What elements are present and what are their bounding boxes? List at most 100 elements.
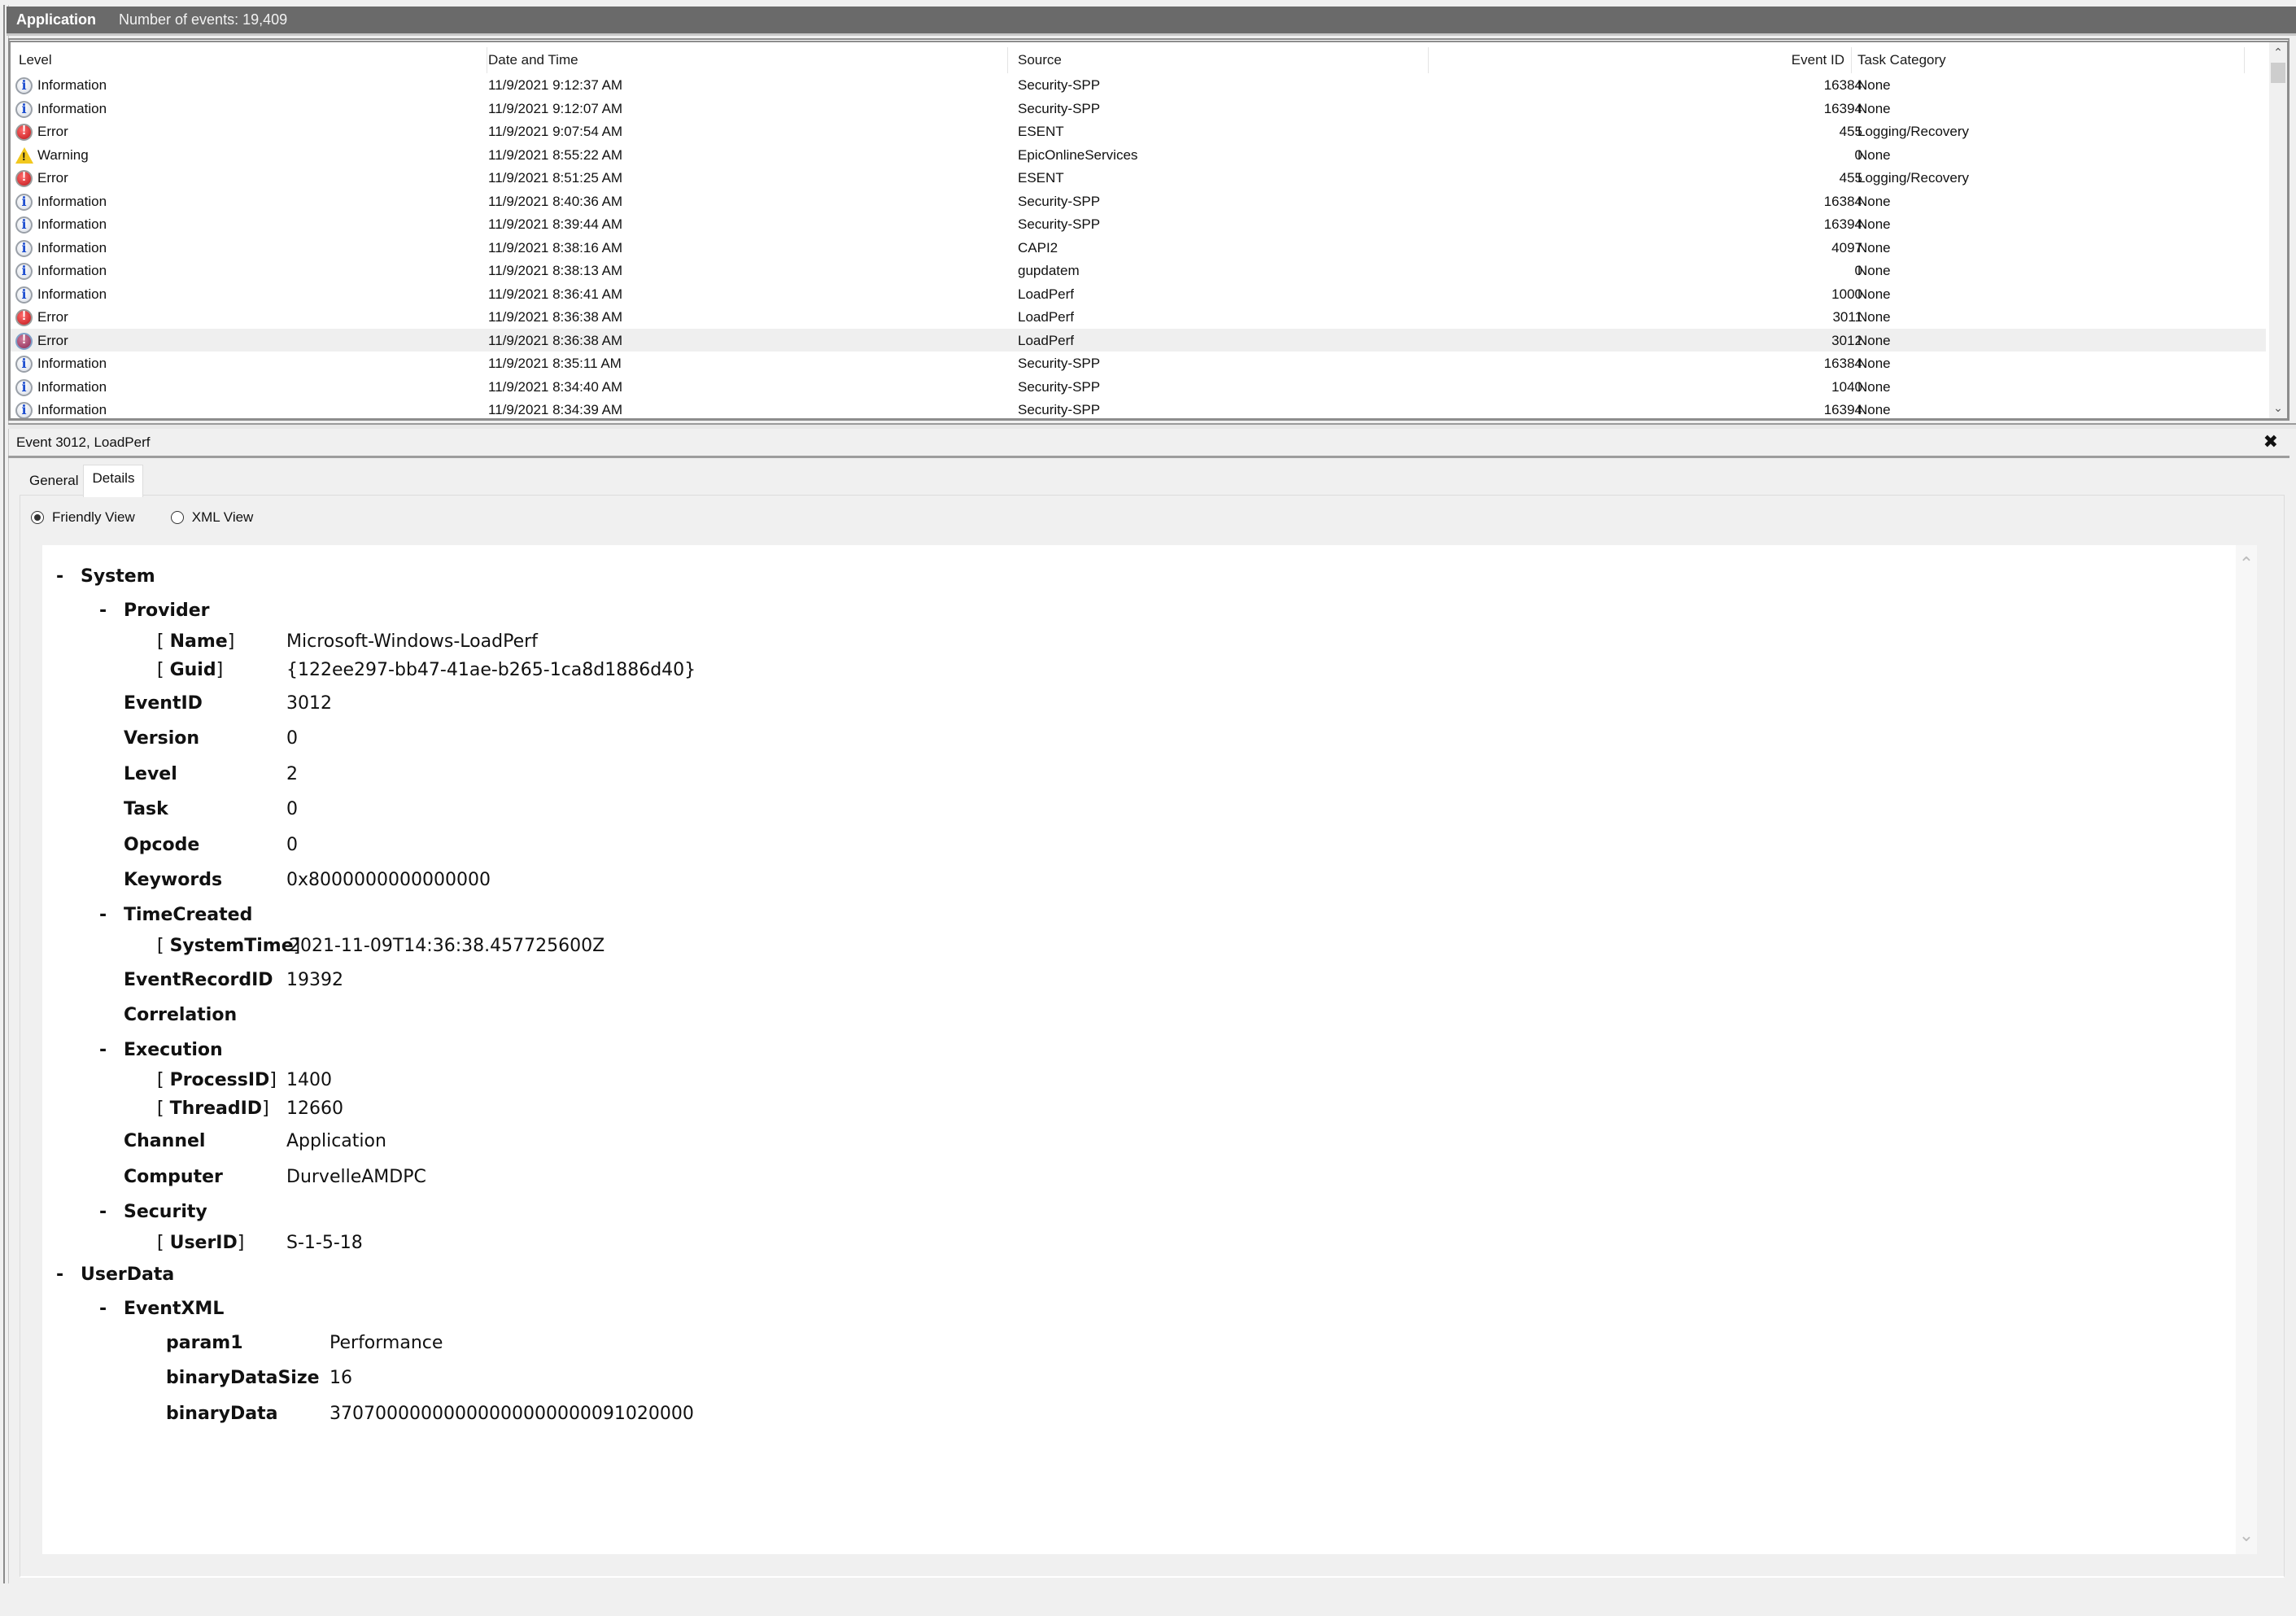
scroll-up-arrow-icon[interactable]: ⌃ [2236, 553, 2257, 574]
tree-node-userdata[interactable]: - UserData [56, 1264, 174, 1285]
userid-value: S-1-5-18 [286, 1233, 363, 1253]
column-separator[interactable] [1007, 47, 1008, 73]
event-id-cell: 16384 [1823, 77, 1862, 93]
channel-value: Application [286, 1131, 386, 1151]
column-header-level[interactable]: Level [19, 52, 52, 68]
level-cell: Error [37, 309, 68, 325]
column-header-date-time[interactable]: Date and Time [488, 52, 578, 68]
column-separator[interactable] [1428, 47, 1429, 73]
scroll-down-arrow-icon[interactable]: ⌄ [2269, 401, 2287, 415]
event-row[interactable]: Error11/9/2021 8:36:38 AMLoadPerf3011Non… [11, 305, 2266, 329]
event-row[interactable]: Information11/9/2021 8:38:16 AMCAPI24097… [11, 236, 2266, 260]
error-icon [15, 309, 33, 326]
tree-node-security[interactable]: - Security [99, 1202, 207, 1222]
level-value: 2 [286, 764, 298, 784]
event-row[interactable]: Information11/9/2021 8:36:41 AMLoadPerf1… [11, 282, 2266, 306]
event-id-cell: 16394 [1823, 216, 1862, 232]
collapse-icon[interactable]: - [99, 1202, 107, 1222]
radio-unselected-icon[interactable] [170, 511, 184, 524]
param1-value: Performance [330, 1333, 443, 1353]
task-category-cell: None [1857, 309, 1891, 325]
tab-details[interactable]: Details [83, 465, 144, 497]
collapse-icon[interactable]: - [99, 601, 107, 621]
tree-node-execution[interactable]: - Execution [99, 1040, 223, 1060]
collapse-icon[interactable]: - [56, 566, 63, 587]
event-list-scrollbar[interactable]: ⌃ ⌄ [2269, 42, 2287, 418]
eventrecordid-key: EventRecordID [124, 970, 273, 990]
scroll-down-arrow-icon[interactable]: ⌄ [2236, 1525, 2257, 1546]
tree-node-system[interactable]: - System [56, 566, 155, 587]
level-cell: Information [37, 356, 107, 371]
friendly-view-radio[interactable]: Friendly View [31, 509, 135, 526]
userid-key: [ UserID] [157, 1233, 245, 1253]
column-header-source[interactable]: Source [1018, 52, 1062, 68]
event-list[interactable]: Level Date and Time Source Event ID Task… [8, 38, 2289, 421]
event-row[interactable]: Information 11/9/2021 9:12:37 AM Security-… [11, 73, 2266, 97]
tree-node-eventxml[interactable]: - EventXML [99, 1299, 224, 1319]
task-category-cell: None [1857, 239, 1891, 256]
binarydata-value: 37070000000000000000000091020000 [330, 1404, 694, 1424]
details-scrollbar[interactable]: ⌃ ⌄ [2236, 545, 2257, 1554]
source-cell: Security-SPP [1018, 216, 1101, 232]
event-row[interactable]: Information 11/9/2021 8:34:39 AM Security-… [11, 398, 2266, 418]
date-time-cell: 11/9/2021 8:36:41 AM [488, 286, 623, 302]
info-icon [15, 77, 33, 94]
friendly-view-content[interactable]: - System - Provider [ Name] Microsoft-Wind… [42, 545, 2257, 1554]
task-category-cell: None [1857, 193, 1891, 209]
event-row[interactable]: Information 11/9/2021 8:34:40 AM Security-… [11, 375, 2266, 399]
provider-name-key: [ Name] [157, 631, 235, 652]
version-key: Version [124, 728, 200, 749]
tab-general[interactable]: General [24, 467, 83, 495]
event-row[interactable]: Information11/9/2021 8:38:13 AMgupdatem0… [11, 259, 2266, 282]
date-time-cell: 11/9/2021 8:34:39 AM [488, 402, 623, 417]
systemtime-key: [ SystemTime] [157, 936, 301, 956]
event-row[interactable]: Error11/9/2021 9:07:54 AMESENT455Logging… [11, 120, 2266, 143]
event-id-cell: 16394 [1823, 100, 1862, 116]
event-row[interactable]: Information 11/9/2021 8:40:36 AM Security-… [11, 190, 2266, 213]
date-time-cell: 11/9/2021 9:07:54 AM [488, 124, 623, 139]
scroll-up-arrow-icon[interactable]: ⌃ [2269, 46, 2287, 59]
close-icon[interactable]: ✖ [2263, 431, 2278, 452]
event-id-cell: 16384 [1823, 193, 1862, 209]
column-header-task-category[interactable]: Task Category [1857, 52, 1946, 68]
source-cell: gupdatem [1018, 263, 1080, 278]
column-separator[interactable] [1851, 47, 1852, 73]
task-category-cell: None [1857, 77, 1891, 93]
binarydata-key: binaryData [166, 1404, 278, 1424]
source-cell: Security-SPP [1018, 402, 1101, 417]
collapse-icon[interactable]: - [56, 1264, 63, 1285]
level-cell: Information [37, 378, 107, 395]
task-category-cell: None [1857, 263, 1891, 278]
column-header-event-id[interactable]: Event ID [1792, 52, 1844, 68]
source-cell: CAPI2 [1018, 239, 1059, 256]
event-row[interactable]: Error11/9/2021 8:36:38 AMLoadPerf3012Non… [11, 328, 2266, 352]
event-row[interactable]: Information 11/9/2021 8:35:11 AM Security-… [11, 352, 2266, 375]
task-category-cell: None [1857, 402, 1891, 417]
tree-node-provider[interactable]: - Provider [99, 601, 210, 621]
level-cell: Error [37, 332, 68, 348]
level-cell: Information [37, 402, 107, 417]
tree-node-timecreated[interactable]: - TimeCreated [99, 905, 252, 925]
event-row[interactable]: Information 11/9/2021 8:39:44 AM Security-… [11, 212, 2266, 236]
date-time-cell: 11/9/2021 8:36:38 AM [488, 309, 623, 325]
radio-selected-icon[interactable] [31, 511, 44, 524]
scrollbar-thumb[interactable] [2271, 63, 2285, 83]
event-row[interactable]: Warning 11/9/2021 8:55:22 AM EpicOnlineSer… [11, 143, 2266, 167]
info-icon [15, 193, 33, 211]
eventid-value: 3012 [286, 693, 332, 714]
event-row[interactable]: Error11/9/2021 8:51:25 AMESENT455Logging… [11, 166, 2266, 190]
source-cell: LoadPerf [1018, 286, 1074, 302]
level-cell: Warning [37, 146, 89, 163]
collapse-icon[interactable]: - [99, 1040, 107, 1060]
collapse-icon[interactable]: - [99, 905, 107, 925]
xml-view-radio[interactable]: XML View [170, 509, 253, 526]
level-cell: Error [37, 170, 68, 186]
date-time-cell: 11/9/2021 9:12:37 AM [488, 77, 623, 93]
event-id-cell: 16384 [1823, 356, 1862, 371]
event-row[interactable]: Information 11/9/2021 9:12:07 AM Security-… [11, 97, 2266, 120]
column-separator[interactable] [2244, 47, 2245, 73]
provider-guid-value: {122ee297-bb47-41ae-b265-1ca8d1886d40} [286, 660, 696, 680]
collapse-icon[interactable]: - [99, 1299, 107, 1319]
task-value: 0 [286, 799, 298, 819]
source-cell: LoadPerf [1018, 332, 1074, 348]
